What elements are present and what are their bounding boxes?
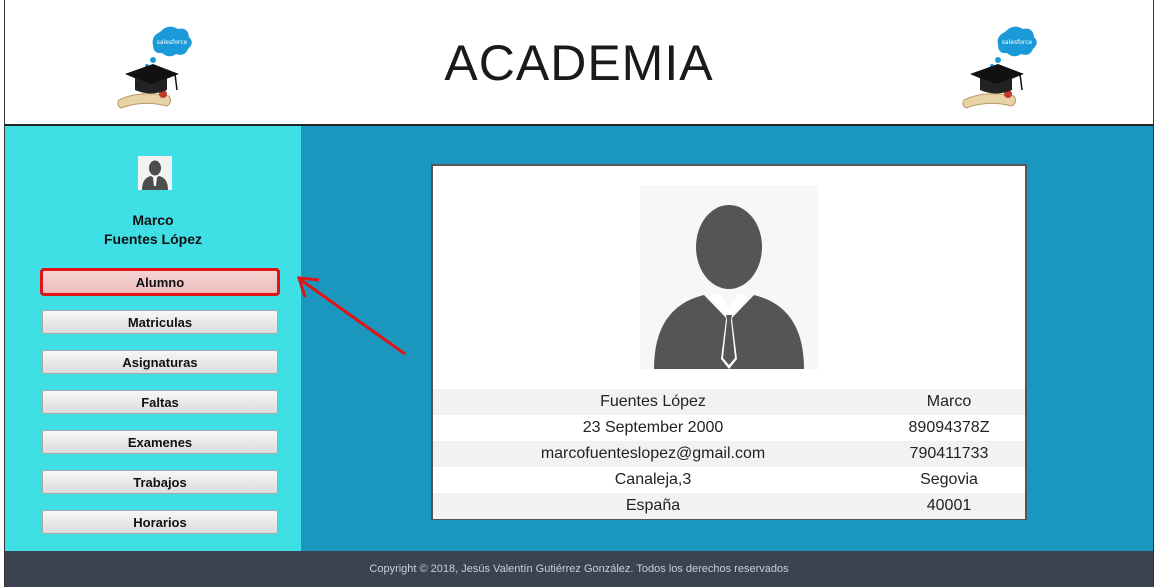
nav-button-trabajos[interactable]: Trabajos bbox=[42, 470, 278, 494]
address-cell: Canaleja,3 bbox=[433, 467, 873, 493]
nav-button-matriculas[interactable]: Matriculas bbox=[42, 310, 278, 334]
city-cell: Segovia bbox=[873, 467, 1025, 493]
sidebar: Marco Fuentes López Alumno Matriculas As… bbox=[5, 126, 301, 551]
app-frame: salesforce ACADEMIA salesforce Marco Fue… bbox=[4, 0, 1154, 587]
first-name-cell: Marco bbox=[873, 389, 1025, 415]
user-last-name: Fuentes López bbox=[103, 231, 202, 247]
main-content: Fuentes López Marco 23 September 2000 89… bbox=[301, 126, 1153, 551]
svg-text:salesforce: salesforce bbox=[1002, 39, 1033, 46]
profile-card: Fuentes López Marco 23 September 2000 89… bbox=[431, 164, 1027, 520]
dni-cell: 89094378Z bbox=[873, 415, 1025, 441]
table-row: Canaleja,3 Segovia bbox=[433, 467, 1025, 493]
phone-cell: 790411733 bbox=[873, 441, 1025, 467]
nav-button-faltas[interactable]: Faltas bbox=[42, 390, 278, 414]
last-name-cell: Fuentes López bbox=[433, 389, 873, 415]
nav-button-alumno[interactable]: Alumno bbox=[40, 268, 280, 296]
table-row: 23 September 2000 89094378Z bbox=[433, 415, 1025, 441]
nav-button-asignaturas[interactable]: Asignaturas bbox=[42, 350, 278, 374]
table-row: España 40001 bbox=[433, 493, 1025, 519]
profile-photo-icon bbox=[640, 185, 818, 369]
table-row: Fuentes López Marco bbox=[433, 389, 1025, 415]
nav-button-horarios[interactable]: Horarios bbox=[42, 510, 278, 534]
postal-code-cell: 40001 bbox=[873, 493, 1025, 519]
profile-info-table: Fuentes López Marco 23 September 2000 89… bbox=[433, 389, 1025, 519]
email-cell: marcofuenteslopez@gmail.com bbox=[433, 441, 873, 467]
copyright-text: Copyright © 2018, Jesús Valentín Gutiérr… bbox=[369, 563, 789, 575]
birthdate-cell: 23 September 2000 bbox=[433, 415, 873, 441]
country-cell: España bbox=[433, 493, 873, 519]
header: salesforce ACADEMIA salesforce bbox=[5, 0, 1153, 126]
user-first-name: Marco bbox=[132, 212, 174, 228]
user-avatar-icon bbox=[138, 156, 172, 190]
footer: Copyright © 2018, Jesús Valentín Gutiérr… bbox=[5, 551, 1153, 587]
table-row: marcofuenteslopez@gmail.com 790411733 bbox=[433, 441, 1025, 467]
graduation-cap-logo: salesforce bbox=[962, 26, 1037, 109]
nav-button-examenes[interactable]: Examenes bbox=[42, 430, 278, 454]
